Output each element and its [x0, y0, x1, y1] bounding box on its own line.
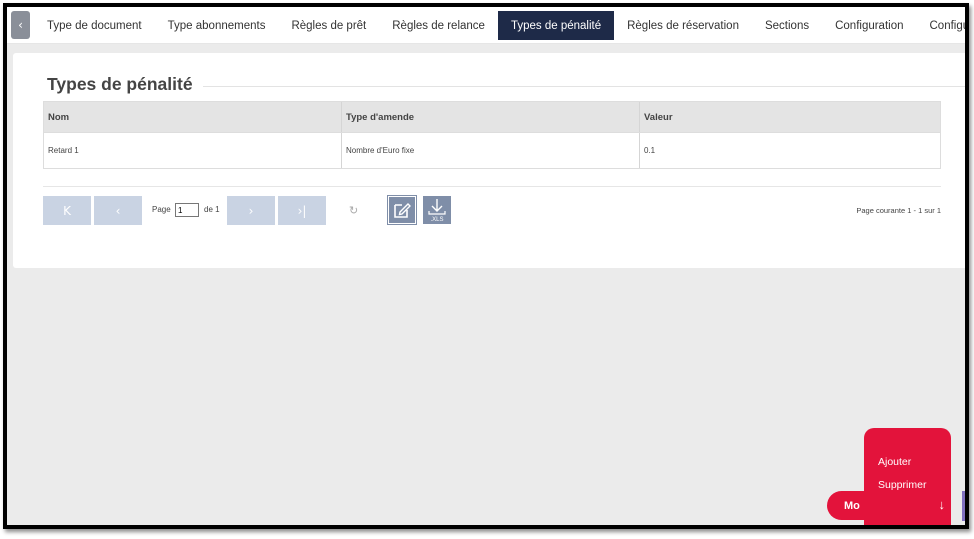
- cell-valeur: 0.1: [644, 146, 656, 155]
- next-page-button[interactable]: ›: [227, 196, 275, 225]
- tab-types-de-penalite[interactable]: Types de pénalité: [497, 11, 615, 40]
- column-header-nom[interactable]: Nom: [44, 102, 342, 132]
- arrow-down-icon: ↓: [938, 497, 946, 512]
- actions-button-label: Mo: [844, 499, 860, 512]
- app-frame: ‹ Type de document Type abonnements Règl…: [3, 3, 969, 529]
- tab-sections[interactable]: Sections: [752, 11, 822, 40]
- cell-nom: Retard 1: [44, 133, 342, 168]
- tab-regles-de-relance[interactable]: Règles de relance: [379, 11, 498, 40]
- tab-type-abonnements[interactable]: Type abonnements: [155, 11, 279, 40]
- table-row[interactable]: Retard 1 Nombre d'Euro fixe 0.1: [44, 132, 940, 168]
- xls-label: .XLS: [430, 217, 444, 223]
- export-xls-button[interactable]: .XLS: [423, 196, 451, 224]
- actions-menu-button[interactable]: Mo ↓: [827, 491, 951, 520]
- cell-type-amende: Nombre d'Euro fixe: [342, 133, 640, 168]
- last-page-icon: ›|: [297, 203, 307, 218]
- tabs: Type de document Type abonnements Règles…: [34, 11, 966, 40]
- pager-status: Page courante 1 - 1 sur 1: [856, 206, 941, 215]
- tab-scroll-left-button[interactable]: ‹: [11, 11, 30, 39]
- tab-configuration-2[interactable]: Configuration /: [917, 11, 966, 40]
- tab-bar: ‹ Type de document Type abonnements Règl…: [7, 7, 965, 44]
- menu-item-ajouter[interactable]: Ajouter: [878, 456, 911, 468]
- grid-header: Nom Type d'amende Valeur: [44, 102, 940, 132]
- edge-decoration: [962, 491, 965, 521]
- tab-configuration[interactable]: Configuration: [822, 11, 916, 40]
- chevron-left-icon: ‹: [18, 18, 23, 32]
- page-title: Types de pénalité: [47, 74, 203, 95]
- prev-page-button[interactable]: ‹: [94, 196, 142, 225]
- tab-regles-de-reservation[interactable]: Règles de réservation: [614, 11, 752, 40]
- chevron-right-icon: ›: [248, 203, 254, 218]
- page-label: Page: [152, 205, 171, 214]
- tab-type-de-document[interactable]: Type de document: [34, 11, 155, 40]
- refresh-icon[interactable]: ↻: [349, 204, 358, 217]
- pager-divider: [43, 186, 941, 187]
- chevron-left-icon: ‹: [115, 203, 121, 218]
- content-card: Types de pénalité Nom Type d'amende Vale…: [13, 53, 965, 268]
- column-header-valeur[interactable]: Valeur: [640, 102, 940, 132]
- first-page-button[interactable]: K: [43, 196, 91, 225]
- page-total-label: de 1: [204, 205, 220, 214]
- pager: K ‹ Page de 1 › ›| ↻: [43, 195, 941, 226]
- penalty-grid: Nom Type d'amende Valeur Retard 1 Nombre…: [43, 101, 941, 169]
- edit-button[interactable]: [387, 195, 417, 225]
- first-page-icon: K: [63, 203, 71, 218]
- last-page-button[interactable]: ›|: [278, 196, 326, 225]
- edit-icon: [394, 203, 411, 218]
- menu-item-supprimer[interactable]: Supprimer: [878, 479, 926, 491]
- column-header-type-amende[interactable]: Type d'amende: [342, 102, 640, 132]
- tab-regles-de-pret[interactable]: Règles de prêt: [278, 11, 379, 40]
- page-number-input[interactable]: [175, 203, 199, 217]
